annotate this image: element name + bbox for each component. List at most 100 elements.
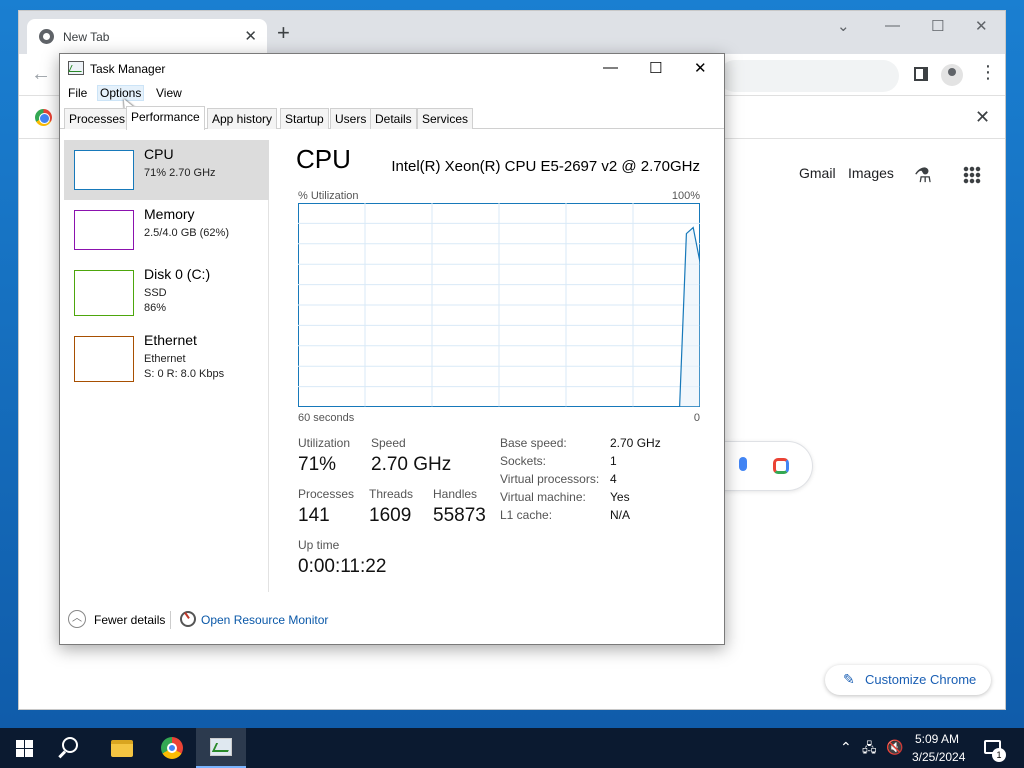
profile-avatar-icon[interactable] [941, 64, 963, 86]
handles-label: Handles [433, 487, 478, 501]
utilization-value: 71% [298, 454, 337, 475]
cpu-heading: CPU [296, 144, 351, 174]
virtual-machine-value: Yes [610, 490, 630, 504]
base-speed-key: Base speed: [500, 436, 567, 450]
taskbar: ⌃ 🖧 🔇 5:09 AM 3/25/2024 1 [0, 728, 1024, 768]
chrome-logo-icon [35, 109, 52, 126]
uptime-label: Up time [298, 538, 340, 552]
chrome-maximize-button[interactable]: ☐ [931, 17, 944, 35]
minimize-button[interactable]: — [603, 59, 618, 76]
tab-startup[interactable]: Startup [280, 108, 329, 129]
chrome-close-button[interactable]: ✕ [975, 17, 988, 35]
task-manager-taskbar-button[interactable] [196, 728, 246, 768]
tab-performance[interactable]: Performance [126, 106, 205, 130]
handles-value: 55873 [433, 505, 486, 526]
labs-flask-icon[interactable]: ⚗ [914, 163, 932, 188]
graph-x-axis-label: 60 seconds [298, 412, 355, 424]
menu-options[interactable]: Options [96, 85, 145, 101]
resource-detail: 86% [144, 302, 167, 314]
chrome-menu-icon[interactable]: ⋮ [979, 62, 997, 83]
cpu-model-name: Intel(R) Xeon(R) CPU E5-2697 v2 @ 2.70GH… [391, 158, 700, 175]
open-resource-monitor-link[interactable]: Open Resource Monitor [201, 613, 328, 627]
menu-bar: File Options View [60, 82, 724, 114]
lens-search-icon[interactable] [773, 458, 789, 474]
task-manager-window: Task Manager — ☐ ✕ File Options View Pro… [59, 53, 725, 645]
task-manager-app-icon [68, 61, 84, 75]
pencil-icon: ✎ [843, 671, 855, 687]
ethernet-thumbnail-graph [74, 336, 134, 382]
side-panel-icon[interactable] [914, 67, 928, 81]
tab-users[interactable]: Users [330, 108, 372, 129]
chrome-tab-title: New Tab [63, 30, 110, 44]
tab-bar: Processes Performance App history Startu… [60, 106, 724, 130]
resource-disk[interactable]: Disk 0 (C:) SSD 86% [64, 260, 269, 326]
menu-file[interactable]: File [66, 86, 89, 100]
resource-name: Memory [144, 206, 195, 222]
resource-name: Disk 0 (C:) [144, 266, 211, 282]
voice-search-icon[interactable] [739, 457, 747, 471]
speed-label: Speed [371, 436, 406, 450]
customize-chrome-button[interactable]: ✎ Customize Chrome [825, 665, 991, 695]
images-link[interactable]: Images [848, 165, 894, 181]
sockets-value: 1 [610, 454, 617, 468]
sockets-key: Sockets: [500, 454, 547, 468]
search-icon[interactable] [62, 737, 78, 753]
chrome-favicon-icon [39, 29, 54, 44]
chrome-tab-new-tab[interactable]: New Tab ✕ [27, 19, 267, 54]
notification-count-badge: 1 [992, 748, 1006, 762]
close-tab-icon[interactable]: ✕ [244, 27, 257, 45]
task-manager-titlebar[interactable]: Task Manager — ☐ ✕ [60, 54, 724, 82]
maximize-button[interactable]: ☐ [649, 59, 662, 77]
resource-monitor-icon [180, 611, 196, 627]
resource-ethernet[interactable]: Ethernet Ethernet S: 0 R: 8.0 Kbps [64, 326, 269, 392]
windows-start-icon[interactable] [16, 740, 33, 757]
tab-details[interactable]: Details [370, 108, 417, 129]
memory-thumbnail-graph [74, 210, 134, 250]
tab-processes[interactable]: Processes [64, 108, 131, 129]
performance-panel: CPU 71% 2.70 GHz Memory 2.5/4.0 GB (62%)… [60, 130, 724, 600]
graph-y-max-label: 100% [671, 190, 700, 202]
window-title: Task Manager [90, 62, 166, 76]
processes-label: Processes [298, 487, 355, 501]
resource-memory[interactable]: Memory 2.5/4.0 GB (62%) [64, 200, 269, 260]
customize-chrome-label: Customize Chrome [865, 672, 977, 687]
task-manager-footer: ︿ Fewer details Open Resource Monitor [60, 602, 724, 638]
chevron-up-icon[interactable]: ︿ [68, 610, 86, 628]
speed-value: 2.70 GHz [371, 454, 452, 475]
disk-thumbnail-graph [74, 270, 134, 316]
file-explorer-icon[interactable] [111, 740, 133, 757]
resource-name: Ethernet [144, 332, 197, 348]
uptime-value: 0:00:11:22 [298, 556, 387, 577]
resource-name: CPU [144, 146, 174, 162]
close-button[interactable]: ✕ [694, 59, 707, 77]
chrome-tab-strip: New Tab ✕ + ⌄ — ☐ ✕ [19, 11, 1005, 54]
graph-x-min-label: 0 [693, 412, 700, 424]
menu-view[interactable]: View [154, 86, 184, 100]
l1-cache-value: N/A [610, 508, 631, 522]
fewer-details-button[interactable]: Fewer details [94, 613, 165, 627]
new-tab-button[interactable]: + [277, 22, 290, 44]
chrome-taskbar-icon[interactable] [161, 737, 183, 759]
chevron-up-tray-icon[interactable]: ⌃ [840, 739, 852, 756]
gmail-link[interactable]: Gmail [799, 165, 836, 181]
address-bar[interactable] [719, 60, 899, 92]
clock-date[interactable]: 3/25/2024 [912, 750, 965, 764]
virtual-machine-key: Virtual machine: [500, 490, 586, 504]
resource-detail: 2.5/4.0 GB (62%) [144, 227, 229, 239]
tab-services[interactable]: Services [417, 108, 474, 129]
tab-app-history[interactable]: App history [207, 108, 278, 129]
graph-y-axis-label: % Utilization [298, 190, 359, 202]
back-arrow-icon[interactable]: ← [31, 63, 51, 86]
google-apps-icon[interactable] [963, 166, 981, 184]
network-icon[interactable]: 🖧 [862, 739, 877, 761]
clock-time[interactable]: 5:09 AM [915, 732, 959, 746]
resource-cpu[interactable]: CPU 71% 2.70 GHz [64, 140, 269, 200]
chrome-minimize-button[interactable]: — [885, 17, 900, 34]
volume-muted-icon[interactable]: 🔇 [886, 739, 903, 756]
tab-search-icon[interactable]: ⌄ [837, 17, 850, 35]
resource-detail: S: 0 R: 8.0 Kbps [144, 368, 225, 380]
utilization-label: Utilization [298, 436, 351, 450]
infobar-close-icon[interactable]: ✕ [975, 107, 990, 128]
threads-label: Threads [369, 487, 414, 501]
base-speed-value: 2.70 GHz [610, 436, 661, 450]
